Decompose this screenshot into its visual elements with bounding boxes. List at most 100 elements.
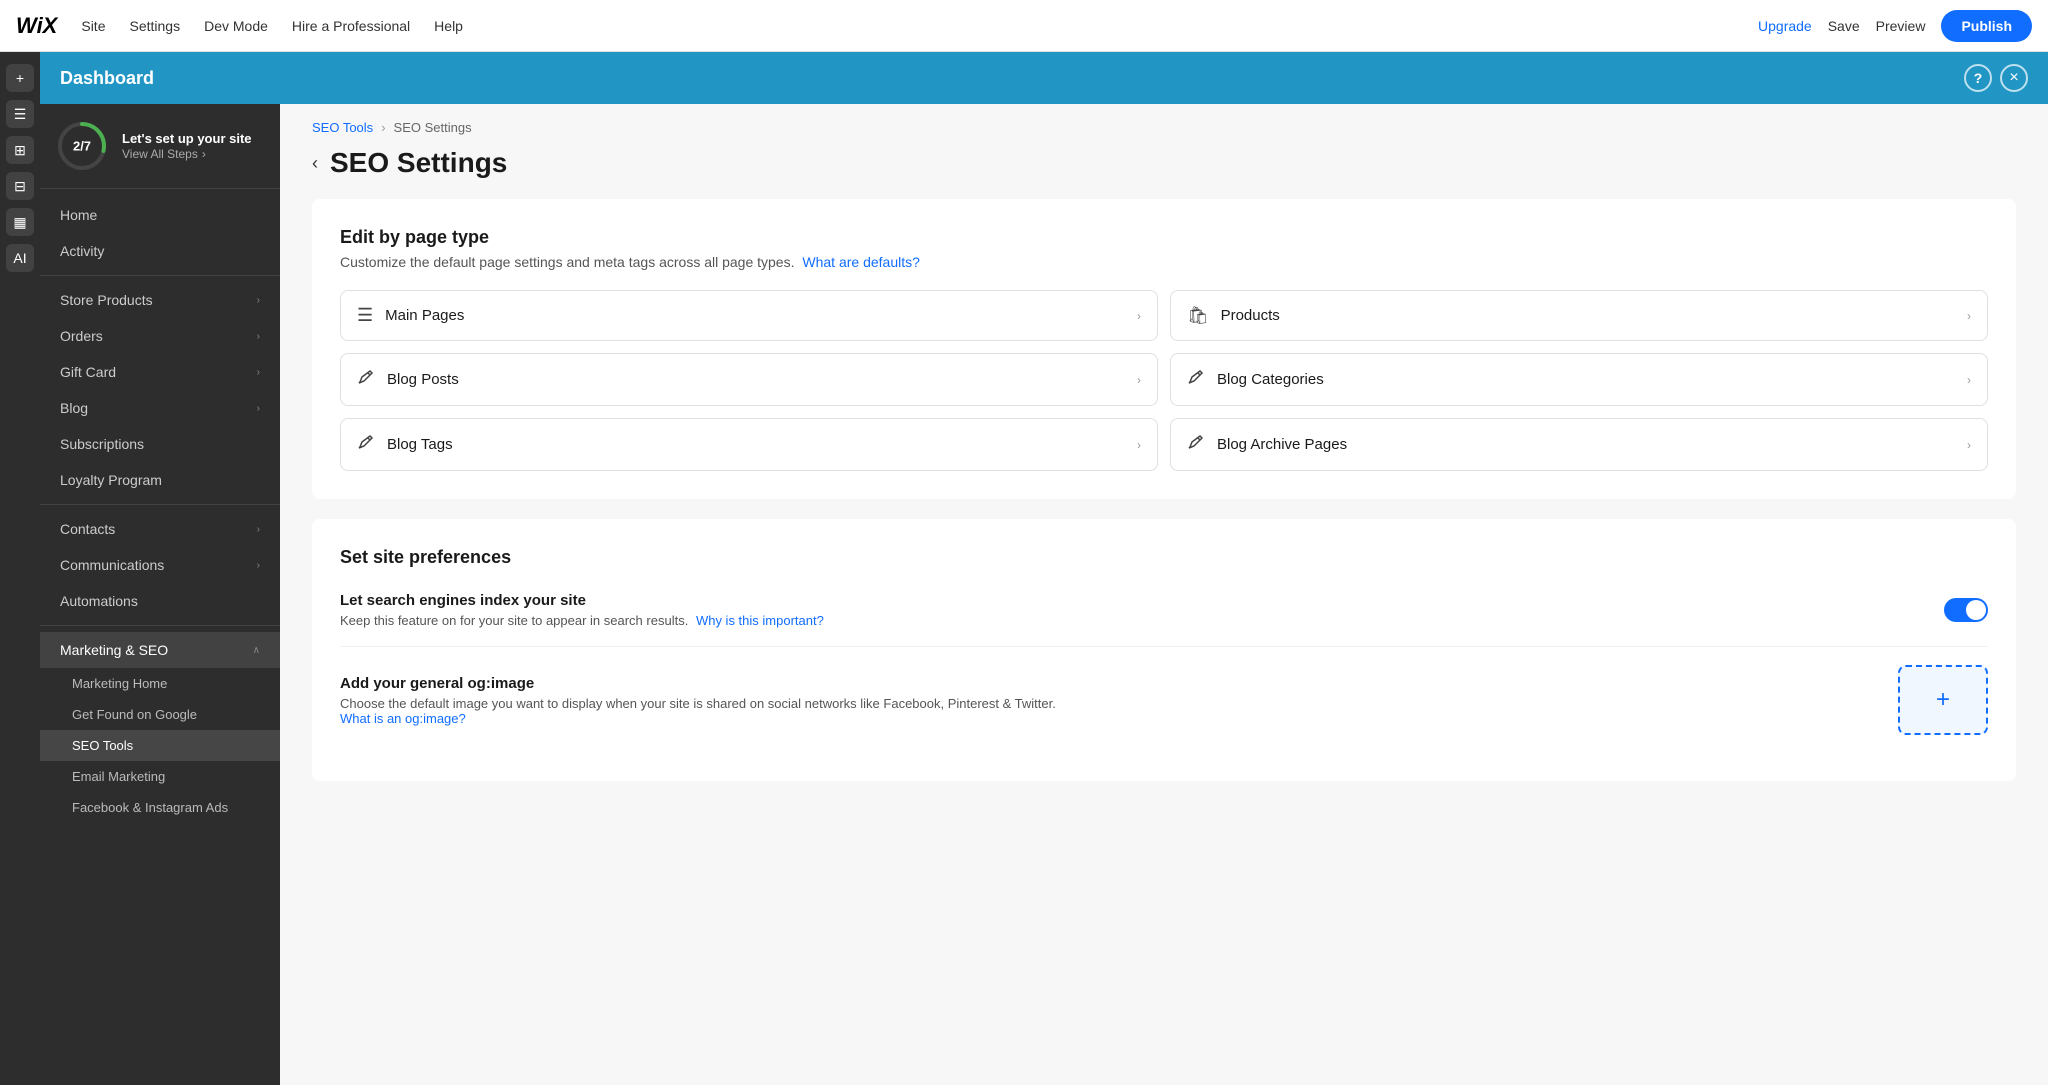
add-image-icon: + bbox=[1936, 686, 1950, 714]
nav-devmode[interactable]: Dev Mode bbox=[204, 18, 268, 34]
blog-tags-icon bbox=[357, 433, 375, 456]
strip-icon-layers[interactable]: ▦ bbox=[6, 208, 34, 236]
sidebar-item-home[interactable]: Home bbox=[40, 197, 280, 233]
sidebar-item-loyalty[interactable]: Loyalty Program bbox=[40, 462, 280, 498]
page-type-products[interactable]: 🛍 Products › bbox=[1170, 290, 1988, 341]
help-button[interactable]: ? bbox=[1964, 64, 1992, 92]
progress-fraction: 2/7 bbox=[73, 139, 91, 154]
sidebar-divider-2 bbox=[40, 504, 280, 505]
page-type-blog-categories[interactable]: Blog Categories › bbox=[1170, 353, 1988, 406]
page-type-left: Blog Posts bbox=[357, 368, 459, 391]
chevron-up-icon: ∧ bbox=[253, 645, 260, 656]
chevron-icon: › bbox=[257, 403, 260, 414]
sidebar-progress-info: Let's set up your site View All Steps › bbox=[122, 131, 252, 162]
sidebar-item-automations[interactable]: Automations bbox=[40, 583, 280, 619]
sidebar-subitem-get-found[interactable]: Get Found on Google bbox=[40, 699, 280, 730]
sidebar-progress: 2/7 Let's set up your site View All Step… bbox=[40, 104, 280, 189]
page-type-left: Blog Archive Pages bbox=[1187, 433, 1347, 456]
nav-hire[interactable]: Hire a Professional bbox=[292, 18, 410, 34]
nav-site[interactable]: Site bbox=[81, 18, 105, 34]
header-actions: ? × bbox=[1964, 64, 2028, 92]
chevron-icon: › bbox=[257, 295, 260, 306]
upgrade-button[interactable]: Upgrade bbox=[1758, 18, 1812, 34]
pref-og-title: Add your general og:image bbox=[340, 675, 1056, 692]
breadcrumb-current: SEO Settings bbox=[394, 120, 472, 135]
sidebar-item-orders[interactable]: Orders › bbox=[40, 318, 280, 354]
sidebar-item-marketing-seo[interactable]: Marketing & SEO ∧ bbox=[40, 632, 280, 668]
pref-og-desc: Choose the default image you want to dis… bbox=[340, 696, 1056, 726]
page-type-main-pages[interactable]: ☰ Main Pages › bbox=[340, 290, 1158, 341]
page-type-grid: ☰ Main Pages › 🛍 Products › bbox=[340, 290, 1988, 471]
chevron-icon: › bbox=[257, 560, 260, 571]
sidebar-item-contacts[interactable]: Contacts › bbox=[40, 511, 280, 547]
publish-button[interactable]: Publish bbox=[1941, 10, 2032, 42]
pref-row-og-image: Add your general og:image Choose the def… bbox=[340, 647, 1988, 753]
top-bar: WiX Site Settings Dev Mode Hire a Profes… bbox=[0, 0, 2048, 52]
breadcrumb-separator: › bbox=[381, 120, 385, 135]
save-button[interactable]: Save bbox=[1828, 18, 1860, 34]
why-important-link[interactable]: Why is this important? bbox=[696, 613, 824, 628]
setup-title: Let's set up your site bbox=[122, 131, 252, 148]
blog-posts-label: Blog Posts bbox=[387, 371, 459, 388]
products-label: Products bbox=[1221, 307, 1280, 324]
left-icon-strip: + ☰ ⊞ ⊟ ▦ AI bbox=[0, 52, 40, 1085]
sidebar-subitem-email-marketing[interactable]: Email Marketing bbox=[40, 761, 280, 792]
chevron-right-icon: › bbox=[1967, 309, 1971, 323]
og-image-upload[interactable]: + bbox=[1898, 665, 1988, 735]
page-type-blog-archive[interactable]: Blog Archive Pages › bbox=[1170, 418, 1988, 471]
page-type-left: ☰ Main Pages bbox=[357, 305, 464, 326]
sidebar-divider-1 bbox=[40, 275, 280, 276]
blog-archive-icon bbox=[1187, 433, 1205, 456]
dashboard-header: Dashboard ? × bbox=[40, 52, 2048, 104]
sidebar-item-communications[interactable]: Communications › bbox=[40, 547, 280, 583]
pref-index-info: Let search engines index your site Keep … bbox=[340, 592, 824, 628]
sidebar-divider-3 bbox=[40, 625, 280, 626]
close-button[interactable]: × bbox=[2000, 64, 2028, 92]
strip-icon-menu[interactable]: ☰ bbox=[6, 100, 34, 128]
dashboard-body: 2/7 Let's set up your site View All Step… bbox=[40, 104, 2048, 1085]
progress-circle: 2/7 bbox=[56, 120, 108, 172]
main-content: SEO Tools › SEO Settings ‹ SEO Settings … bbox=[280, 104, 2048, 1085]
page-type-blog-tags[interactable]: Blog Tags › bbox=[340, 418, 1158, 471]
strip-icon-add[interactable]: + bbox=[6, 64, 34, 92]
preview-button[interactable]: Preview bbox=[1876, 18, 1926, 34]
page-type-blog-posts[interactable]: Blog Posts › bbox=[340, 353, 1158, 406]
strip-icon-ai[interactable]: AI bbox=[6, 244, 34, 272]
sidebar-nav: Home Activity Store Products › Orders › bbox=[40, 189, 280, 831]
main-pages-label: Main Pages bbox=[385, 307, 464, 324]
top-actions: Upgrade Save Preview Publish bbox=[1758, 10, 2032, 42]
sidebar-item-gift-card[interactable]: Gift Card › bbox=[40, 354, 280, 390]
toggle-knob bbox=[1966, 600, 1986, 620]
site-preferences-card: Set site preferences Let search engines … bbox=[312, 519, 2016, 781]
chevron-icon: › bbox=[257, 524, 260, 535]
dashboard-title: Dashboard bbox=[60, 68, 154, 89]
dashboard-panel: Dashboard ? × 2/7 Let' bbox=[40, 52, 2048, 1085]
sidebar-item-store-products[interactable]: Store Products › bbox=[40, 282, 280, 318]
breadcrumb-parent[interactable]: SEO Tools bbox=[312, 120, 373, 135]
og-image-link[interactable]: What is an og:image? bbox=[340, 711, 466, 726]
page-header: ‹ SEO Settings bbox=[280, 143, 2048, 199]
sidebar-item-blog[interactable]: Blog › bbox=[40, 390, 280, 426]
strip-icon-grid2[interactable]: ⊟ bbox=[6, 172, 34, 200]
blog-posts-icon bbox=[357, 368, 375, 391]
sidebar-item-activity[interactable]: Activity bbox=[40, 233, 280, 269]
page-title: SEO Settings bbox=[330, 147, 507, 179]
blog-categories-label: Blog Categories bbox=[1217, 371, 1324, 388]
sidebar-subitem-fb-instagram[interactable]: Facebook & Instagram Ads bbox=[40, 792, 280, 823]
defaults-link[interactable]: What are defaults? bbox=[802, 254, 920, 270]
view-steps-link[interactable]: View All Steps › bbox=[122, 147, 252, 161]
products-icon: 🛍 bbox=[1187, 306, 1209, 326]
nav-settings[interactable]: Settings bbox=[129, 18, 180, 34]
sidebar-item-subscriptions[interactable]: Subscriptions bbox=[40, 426, 280, 462]
page-type-left: Blog Categories bbox=[1187, 368, 1324, 391]
chevron-right-icon: › bbox=[1967, 438, 1971, 452]
chevron-right-icon: › bbox=[1137, 309, 1141, 323]
index-toggle[interactable] bbox=[1944, 598, 1988, 622]
strip-icon-grid[interactable]: ⊞ bbox=[6, 136, 34, 164]
back-button[interactable]: ‹ bbox=[312, 153, 318, 174]
nav-help[interactable]: Help bbox=[434, 18, 463, 34]
blog-archive-label: Blog Archive Pages bbox=[1217, 436, 1347, 453]
sidebar-subitem-marketing-home[interactable]: Marketing Home bbox=[40, 668, 280, 699]
sidebar-subitem-seo-tools[interactable]: SEO Tools bbox=[40, 730, 280, 761]
sidebar: 2/7 Let's set up your site View All Step… bbox=[40, 104, 280, 1085]
